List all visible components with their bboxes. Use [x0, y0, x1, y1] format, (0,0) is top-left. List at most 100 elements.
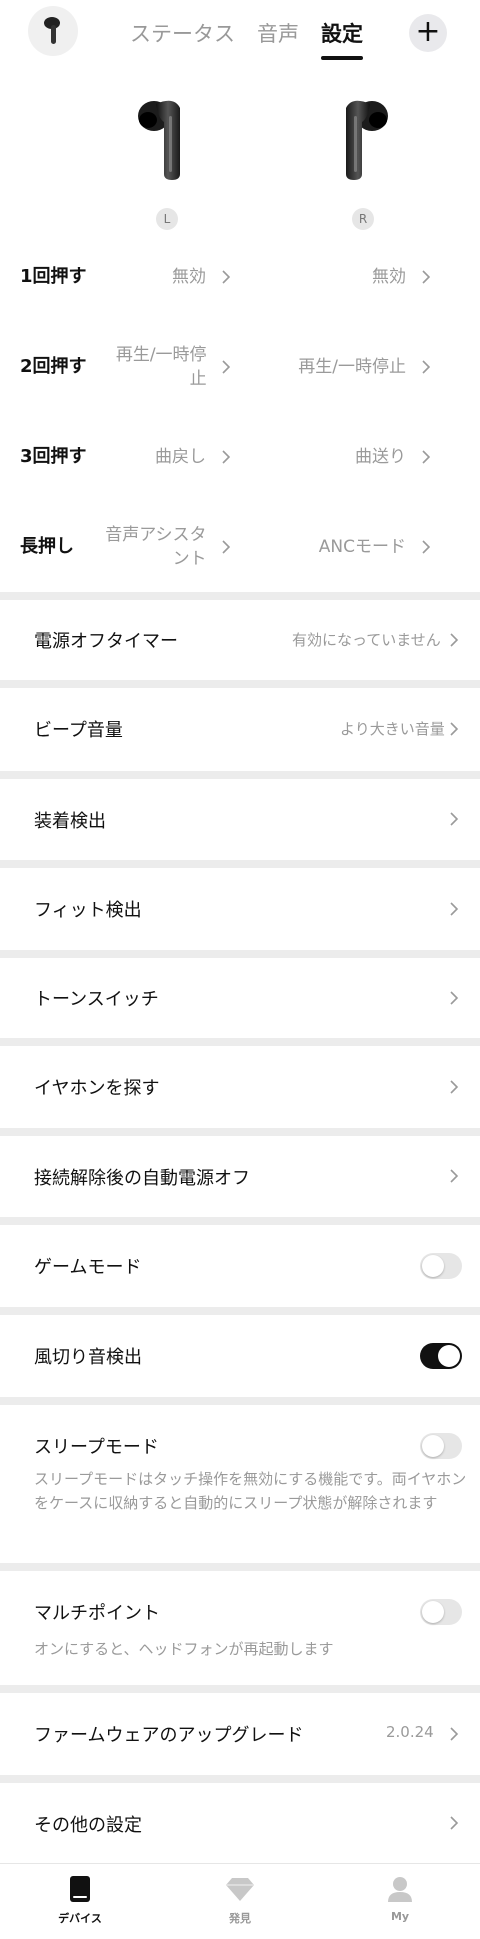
- nav-devices[interactable]: デバイス: [40, 1874, 120, 1926]
- chevron-right-icon: [213, 355, 230, 379]
- add-device-button[interactable]: +: [409, 14, 447, 52]
- left-gesture-value: 再生/一時停止: [115, 345, 207, 389]
- sleep-mode-row: スリープモード スリープモードはタッチ操作を無効にする機能です。両イヤホンをケー…: [0, 1405, 480, 1563]
- gesture-row-triple-press: 3回押す 曲戻し 曲送り: [0, 412, 480, 502]
- nav-devices-label: デバイス: [58, 1912, 102, 1925]
- multipoint-description: オンにすると、ヘッドフォンが再起動します: [34, 1640, 334, 1658]
- other-settings-row[interactable]: その他の設定: [0, 1783, 480, 1863]
- find-earphones-row[interactable]: イヤホンを探す: [0, 1046, 480, 1128]
- toggle-knob: [438, 1345, 460, 1367]
- toggle-knob: [422, 1601, 444, 1623]
- right-earbud-badge: R: [352, 208, 374, 230]
- right-gesture-value: ANCモード: [318, 537, 406, 557]
- beep-volume-row[interactable]: ビープ音量 より大きい音量: [0, 688, 480, 771]
- chevron-right-icon: [450, 812, 459, 826]
- game-mode-label: ゲームモード: [34, 1257, 142, 1278]
- gesture-title: 長押し: [20, 536, 74, 557]
- left-gesture-value: 音声アシスタント: [105, 525, 207, 569]
- chevron-right-icon: [212, 265, 230, 289]
- profile-icon: [388, 1877, 412, 1902]
- left-earbud-image: [136, 92, 190, 184]
- tab-audio[interactable]: 音声: [257, 14, 299, 54]
- nav-discover-label: 発見: [229, 1912, 251, 1925]
- chevron-right-icon: [450, 1816, 459, 1830]
- multipoint-row: マルチポイント オンにすると、ヘッドフォンが再起動します: [0, 1571, 480, 1685]
- right-gesture-select[interactable]: 再生/一時停止: [270, 322, 430, 412]
- beep-volume-value: より大きい音量: [340, 720, 445, 738]
- left-gesture-select[interactable]: 曲戻し: [100, 412, 230, 502]
- right-gesture-value: 曲送り: [355, 447, 406, 467]
- right-gesture-select[interactable]: 曲送り: [270, 412, 430, 502]
- chevron-right-icon: [412, 265, 430, 289]
- firmware-label: ファームウェアのアップグレード: [34, 1725, 304, 1746]
- power-off-timer-value: 有効になっていません: [292, 631, 441, 649]
- earbud-settings-panel: ステータス 音声 設定 + L R 1回押す 無効 無効 2回押す 再生/一時停…: [0, 0, 480, 592]
- chevron-right-icon: [450, 1169, 459, 1183]
- right-gesture-value: 無効: [372, 267, 406, 287]
- nav-my-label: My: [390, 1910, 410, 1923]
- fit-test-label: フィット検出: [34, 900, 142, 921]
- wind-noise-toggle[interactable]: [420, 1343, 462, 1369]
- wind-noise-row: 風切り音検出: [0, 1315, 480, 1397]
- left-gesture-select[interactable]: 無効: [100, 232, 230, 322]
- discover-icon: [226, 1878, 254, 1901]
- left-gesture-select[interactable]: 音声アシスタント: [100, 502, 230, 592]
- right-gesture-select[interactable]: 無効: [270, 232, 430, 322]
- chevron-right-icon: [450, 1727, 459, 1741]
- chevron-right-icon: [213, 535, 230, 559]
- sleep-mode-description: スリープモードはタッチ操作を無効にする機能です。両イヤホンをケースに収納すると自…: [34, 1470, 467, 1512]
- tab-status[interactable]: ステータス: [130, 14, 235, 54]
- gesture-row-long-press: 長押し 音声アシスタント ANCモード: [0, 502, 480, 592]
- tone-switch-row[interactable]: トーンスイッチ: [0, 958, 480, 1038]
- chevron-right-icon: [412, 355, 430, 379]
- multipoint-toggle[interactable]: [420, 1599, 462, 1625]
- sleep-mode-toggle[interactable]: [420, 1433, 462, 1459]
- earbud-icon: [44, 17, 60, 44]
- gesture-title: 2回押す: [20, 356, 87, 377]
- wear-detection-row[interactable]: 装着検出: [0, 779, 480, 860]
- chevron-right-icon: [450, 633, 459, 647]
- auto-power-off-row[interactable]: 接続解除後の自動電源オフ: [0, 1136, 480, 1217]
- other-settings-label: その他の設定: [34, 1815, 142, 1836]
- toggle-knob: [422, 1255, 444, 1277]
- gesture-row-double-press: 2回押す 再生/一時停止 再生/一時停止: [0, 322, 480, 412]
- tab-settings[interactable]: 設定: [321, 14, 363, 60]
- left-gesture-select[interactable]: 再生/一時停止: [100, 322, 230, 412]
- right-gesture-select[interactable]: ANCモード: [270, 502, 430, 592]
- firmware-upgrade-row[interactable]: ファームウェアのアップグレード 2.0.24: [0, 1693, 480, 1775]
- power-off-timer-row[interactable]: 電源オフタイマー 有効になっていません: [0, 600, 480, 680]
- chevron-right-icon: [450, 991, 459, 1005]
- left-gesture-value: 無効: [172, 267, 206, 287]
- firmware-version: 2.0.24: [386, 1723, 434, 1741]
- fit-test-row[interactable]: フィット検出: [0, 868, 480, 950]
- game-mode-toggle[interactable]: [420, 1253, 462, 1279]
- chevron-right-icon: [450, 722, 459, 736]
- find-earphones-label: イヤホンを探す: [34, 1078, 160, 1099]
- left-earbud-badge: L: [156, 208, 178, 230]
- chevron-right-icon: [412, 535, 430, 559]
- chevron-right-icon: [412, 445, 430, 469]
- power-off-timer-label: 電源オフタイマー: [34, 631, 178, 652]
- chevron-right-icon: [450, 1080, 459, 1094]
- beep-volume-label: ビープ音量: [34, 720, 123, 741]
- nav-discover[interactable]: 発見: [200, 1874, 280, 1926]
- gesture-title: 3回押す: [20, 446, 87, 467]
- nav-my[interactable]: My: [360, 1874, 440, 1923]
- chevron-right-icon: [212, 445, 230, 469]
- auto-power-off-label: 接続解除後の自動電源オフ: [34, 1168, 250, 1189]
- multipoint-label: マルチポイント: [34, 1603, 160, 1624]
- toggle-knob: [422, 1435, 444, 1457]
- left-gesture-value: 曲戻し: [155, 447, 206, 467]
- sleep-mode-label: スリープモード: [34, 1437, 159, 1458]
- device-icon: [70, 1876, 90, 1902]
- wear-detection-label: 装着検出: [34, 811, 106, 832]
- game-mode-row: ゲームモード: [0, 1225, 480, 1307]
- device-thumbnail[interactable]: [28, 6, 78, 56]
- bottom-nav: デバイス 発見 My: [0, 1863, 480, 1939]
- tone-switch-label: トーンスイッチ: [34, 989, 159, 1010]
- top-tabs: ステータス 音声 設定: [130, 14, 385, 60]
- right-gesture-value: 再生/一時停止: [298, 357, 406, 377]
- wind-noise-label: 風切り音検出: [34, 1347, 142, 1368]
- chevron-right-icon: [450, 902, 459, 916]
- gesture-row-single-press: 1回押す 無効 無効: [0, 232, 480, 322]
